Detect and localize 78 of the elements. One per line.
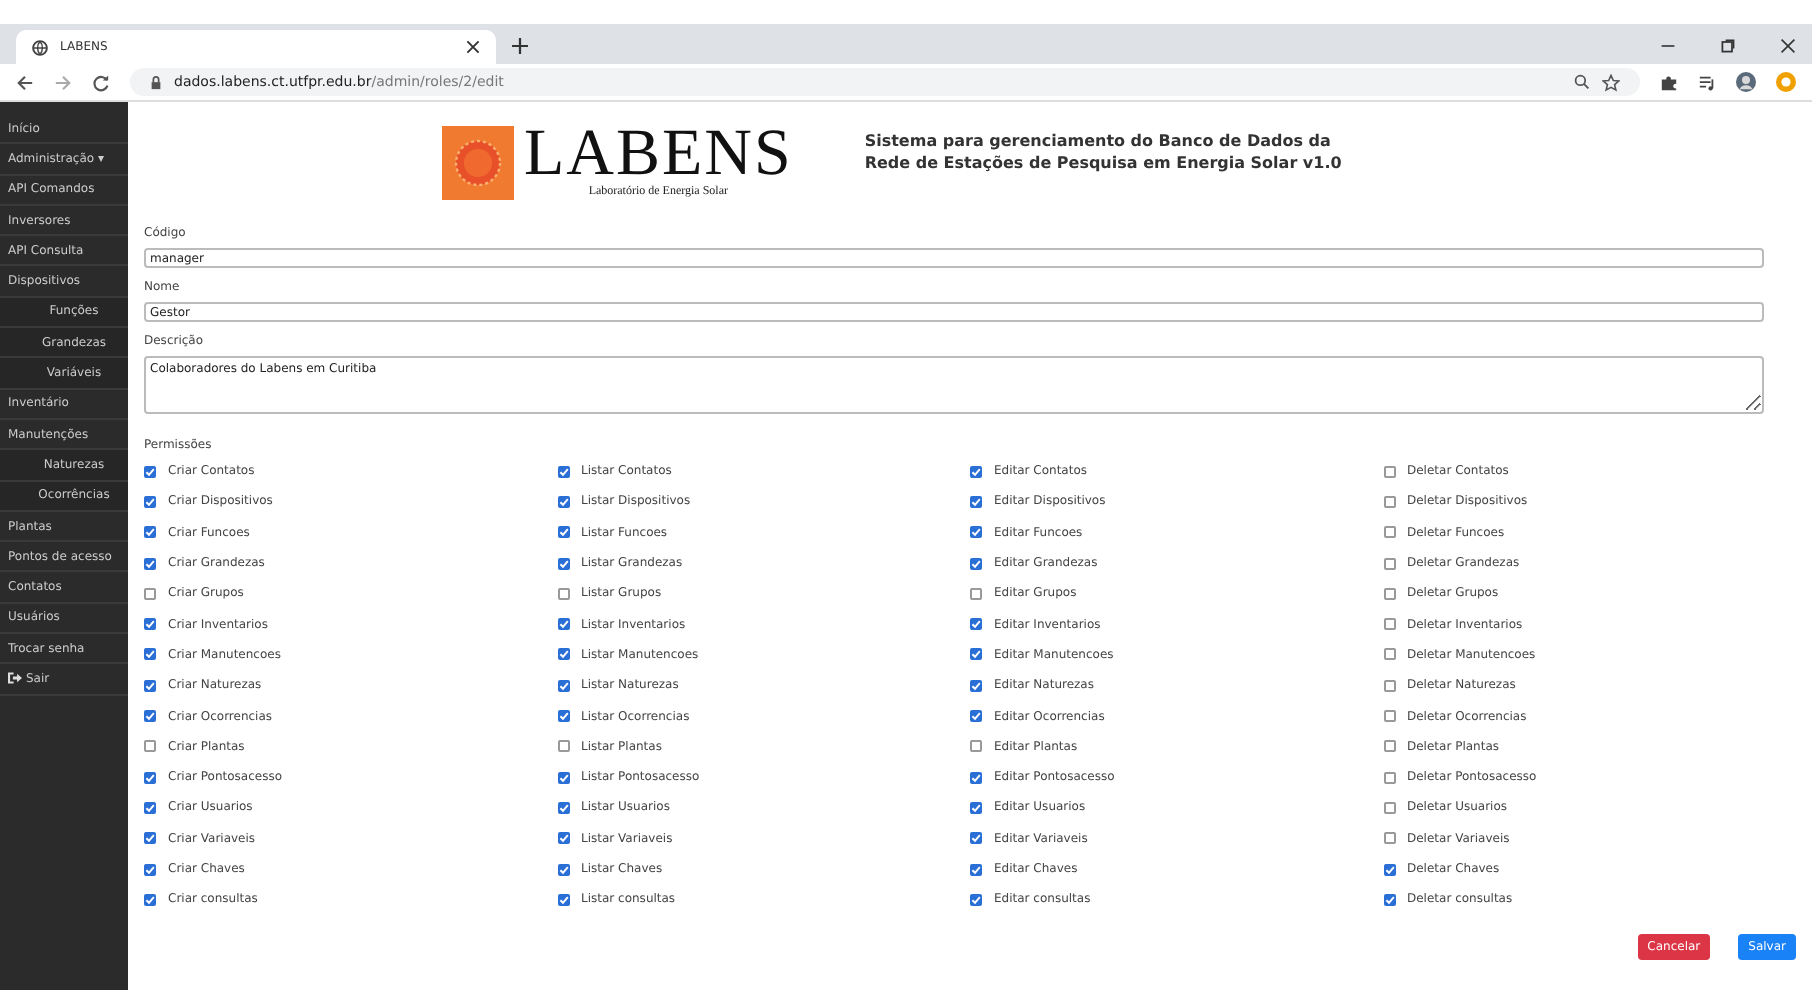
checkbox[interactable] (557, 465, 569, 478)
checkbox[interactable] (557, 557, 569, 570)
checkbox[interactable] (970, 893, 982, 906)
checkbox[interactable] (557, 495, 569, 508)
playlist-icon[interactable] (1698, 73, 1716, 91)
checkbox[interactable] (144, 618, 156, 631)
star-icon[interactable] (1602, 73, 1620, 91)
checkbox[interactable] (144, 465, 156, 478)
checkbox[interactable] (1383, 587, 1395, 600)
checkbox[interactable] (1383, 557, 1395, 570)
checkbox[interactable] (970, 740, 982, 753)
globe-icon (32, 39, 48, 55)
checkbox[interactable] (144, 710, 156, 723)
checkbox[interactable] (144, 526, 156, 539)
checkbox[interactable] (557, 679, 569, 692)
checkbox[interactable] (557, 618, 569, 631)
checkbox[interactable] (970, 771, 982, 784)
checkbox[interactable] (144, 893, 156, 906)
checkbox[interactable] (144, 863, 156, 875)
zoom-icon[interactable] (1574, 74, 1590, 90)
checkbox[interactable] (144, 832, 156, 845)
checkbox[interactable] (557, 526, 569, 539)
checkbox[interactable] (1383, 832, 1395, 845)
checkbox[interactable] (144, 557, 156, 570)
close-icon[interactable] (466, 40, 480, 54)
checkbox[interactable] (557, 832, 569, 845)
checkbox[interactable] (557, 771, 569, 784)
checkbox[interactable] (1383, 740, 1395, 753)
checkbox[interactable] (970, 801, 982, 814)
checkbox[interactable] (970, 526, 982, 539)
checkbox[interactable] (1383, 893, 1395, 906)
checkbox[interactable] (1383, 648, 1395, 661)
checkbox[interactable] (1383, 618, 1395, 631)
checkbox[interactable] (557, 801, 569, 814)
checkbox[interactable] (970, 832, 982, 845)
checkbox[interactable] (1383, 465, 1395, 478)
checkbox[interactable] (970, 648, 982, 661)
checkbox[interactable] (970, 618, 982, 631)
checkbox[interactable] (144, 587, 156, 600)
back-arrow-icon[interactable] (16, 73, 34, 91)
sun-logo-icon (442, 126, 514, 200)
puzzle-icon[interactable] (1660, 73, 1678, 91)
avatar-icon[interactable] (1736, 72, 1756, 92)
checkbox[interactable] (144, 495, 156, 508)
checkbox[interactable] (970, 587, 982, 600)
system-title-line: Rede de Estações de Pesquisa em Energia Solar v1.0 (864, 152, 1342, 174)
checkbox[interactable] (144, 771, 156, 784)
checkbox[interactable] (1383, 526, 1395, 539)
checkbox[interactable] (557, 648, 569, 661)
checkbox[interactable] (970, 679, 982, 692)
close-icon[interactable] (1780, 38, 1796, 54)
logo-title: LABENS (524, 126, 793, 182)
checkbox[interactable] (970, 557, 982, 570)
checkbox[interactable] (557, 587, 569, 600)
checkbox[interactable] (557, 740, 569, 753)
checkbox[interactable] (144, 648, 156, 661)
checkbox[interactable] (1383, 679, 1395, 692)
checkbox[interactable] (1383, 771, 1395, 784)
checkbox[interactable] (144, 801, 156, 814)
system-title-line: Sistema para gerenciamento do Banco de Dados da (864, 130, 1333, 152)
checkbox[interactable] (1383, 863, 1395, 875)
checkbox[interactable] (970, 710, 982, 723)
new-tab-icon[interactable] (512, 38, 528, 54)
sign-out-icon (8, 672, 22, 685)
reload-icon[interactable] (92, 73, 110, 91)
restore-icon[interactable] (1720, 38, 1736, 54)
checkbox[interactable] (1383, 710, 1395, 723)
lock-icon (150, 75, 162, 89)
checkbox[interactable] (144, 679, 156, 692)
checkbox[interactable] (970, 465, 982, 478)
checkbox[interactable] (1383, 495, 1395, 508)
checkbox[interactable] (557, 893, 569, 906)
checkbox[interactable] (970, 495, 982, 508)
checkbox[interactable] (557, 710, 569, 723)
checkbox[interactable] (144, 740, 156, 753)
checkbox[interactable] (1383, 801, 1395, 814)
checkbox[interactable] (970, 863, 982, 875)
checkbox[interactable] (557, 863, 569, 875)
